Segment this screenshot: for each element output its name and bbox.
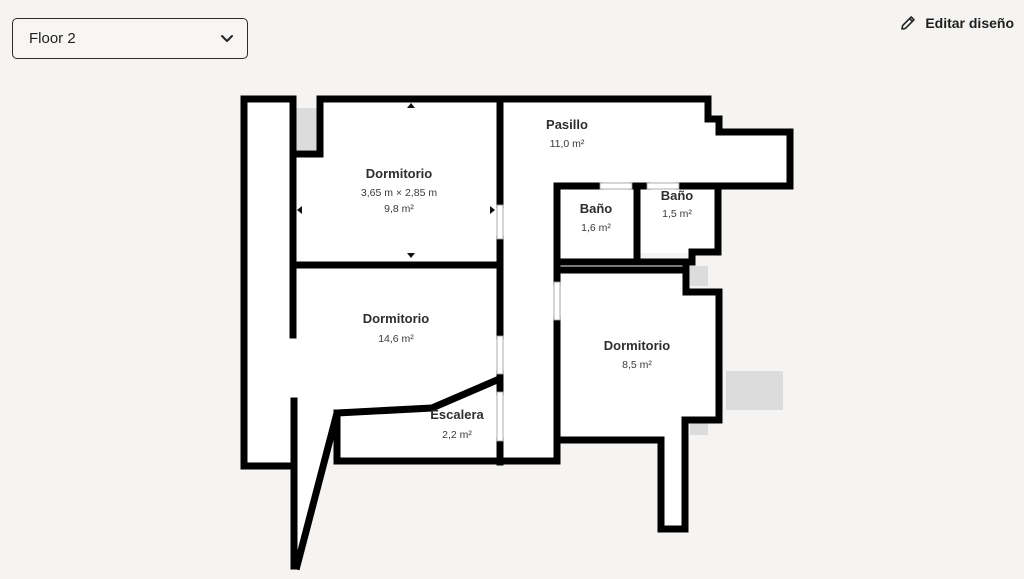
area-pasillo: 11,0 m² (550, 138, 585, 150)
label-dormitorio-mid: Dormitorio (363, 311, 430, 326)
shaded-area (690, 266, 708, 286)
label-bano-left: Baño (580, 201, 613, 216)
area-dormitorio-right: 8,5 m² (622, 359, 652, 371)
area-escalera: 2,2 m² (442, 429, 472, 441)
area-bano-right: 1,5 m² (662, 208, 692, 220)
left-corridor-floor (245, 99, 297, 464)
window-opening (496, 204, 504, 240)
area-dormitorio-top: 9,8 m² (384, 203, 414, 215)
label-escalera: Escalera (430, 407, 484, 422)
floor-plan: Dormitorio 3,65 m × 2,85 m 9,8 m² Dormit… (240, 95, 794, 571)
window-opening (496, 391, 504, 442)
room-dormitorio-right (561, 272, 717, 527)
area-dormitorio-mid: 14,6 m² (378, 333, 414, 345)
label-bano-right: Baño (661, 188, 694, 203)
room-dormitorio-top (296, 100, 499, 262)
window-opening (553, 281, 561, 321)
label-dormitorio-right: Dormitorio (604, 338, 671, 353)
window-opening (599, 182, 633, 190)
label-dormitorio-top: Dormitorio (366, 166, 433, 181)
area-bano-left: 1,6 m² (581, 222, 611, 234)
dims-dormitorio-top: 3,65 m × 2,85 m (361, 187, 437, 199)
shaded-area (726, 371, 783, 410)
label-pasillo: Pasillo (546, 117, 588, 132)
window-opening (496, 335, 504, 375)
